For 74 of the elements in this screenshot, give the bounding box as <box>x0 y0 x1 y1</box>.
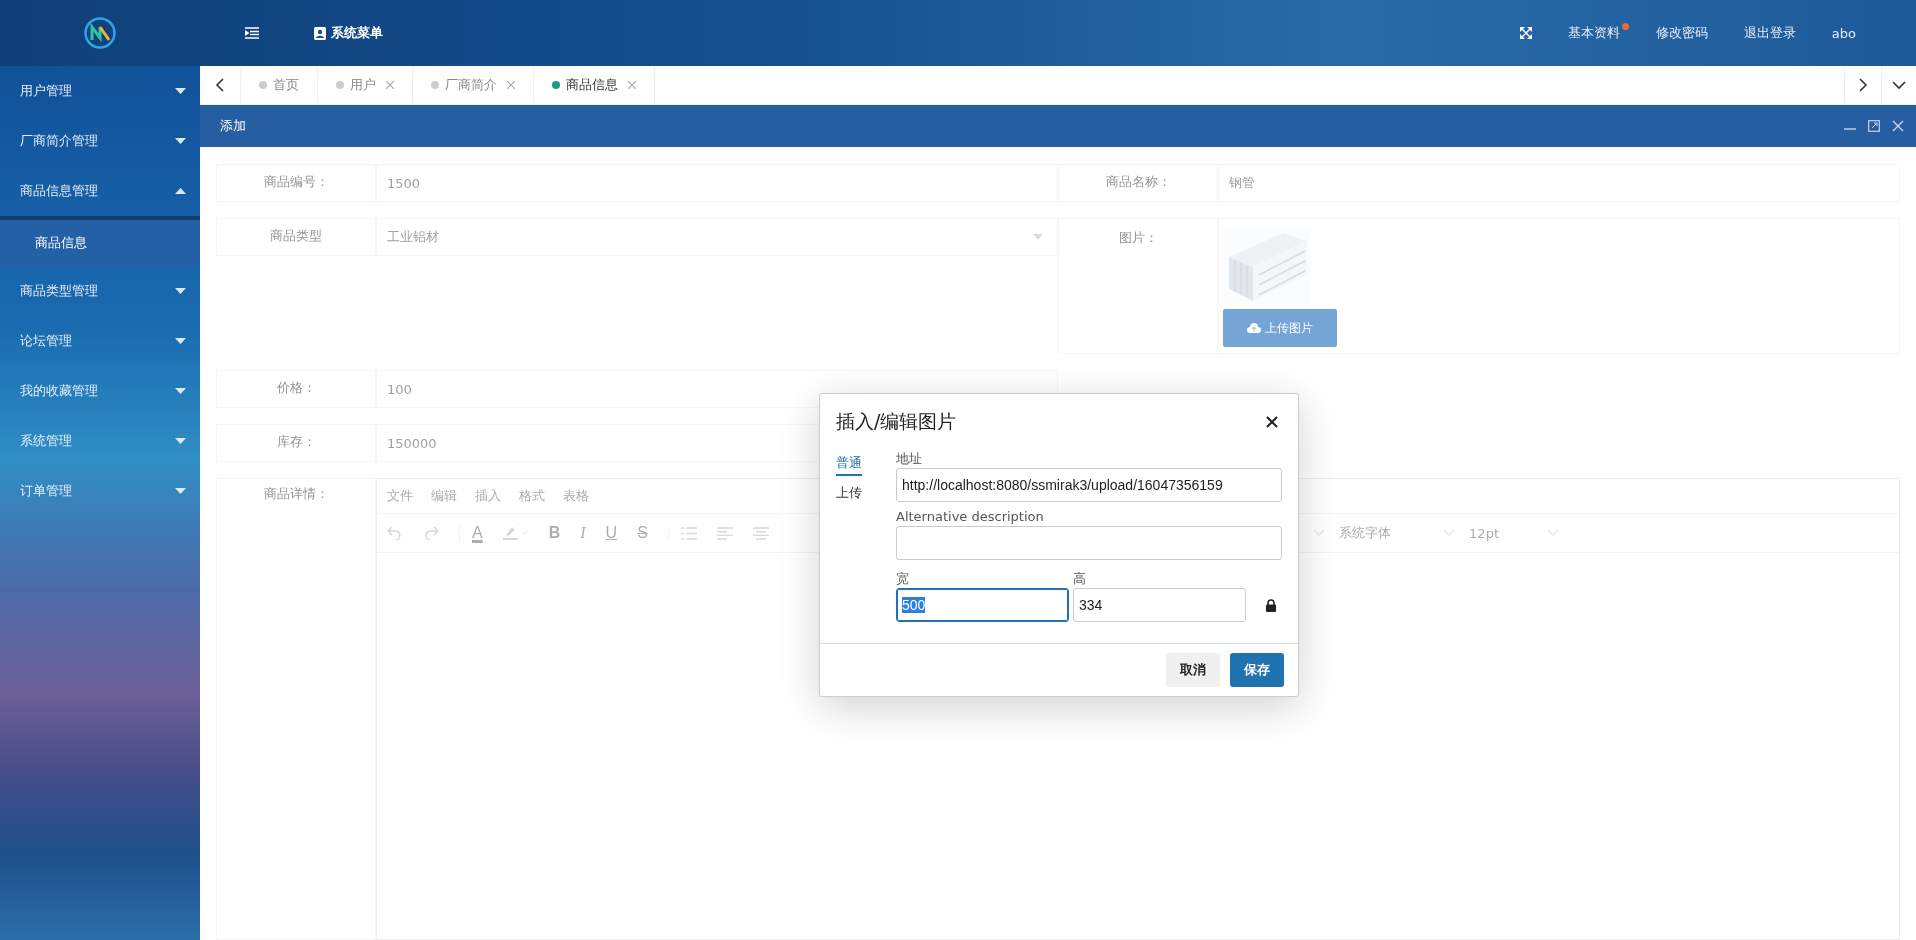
sidebar-item[interactable]: 订单管理 <box>0 466 200 516</box>
system-menu-title: 系统菜单 <box>331 24 383 42</box>
header-link[interactable]: 修改密码 <box>1655 24 1708 42</box>
fullscreen-icon[interactable] <box>1519 27 1532 39</box>
field-label: 图片： <box>1118 229 1158 247</box>
caret-down-icon <box>1033 234 1043 240</box>
redo-icon[interactable] <box>423 526 439 540</box>
sidebar-item[interactable]: 用户管理 <box>0 66 200 116</box>
list-icon[interactable] <box>667 526 697 540</box>
menu-icon[interactable] <box>245 27 259 39</box>
field-label: 宽 <box>896 570 910 588</box>
chevron-down-icon <box>1547 529 1559 537</box>
field-label: 商品类型 <box>270 227 322 245</box>
align-left-icon[interactable] <box>716 526 733 540</box>
header-link[interactable]: 退出登录 <box>1743 24 1796 42</box>
upload-icon <box>1247 322 1261 334</box>
field-label: 高 <box>1073 570 1087 588</box>
font-size-dropdown[interactable]: 12pt <box>1469 525 1559 541</box>
tab[interactable]: 用户 <box>318 66 413 104</box>
sidebar-item[interactable]: 商品类型管理 <box>0 266 200 316</box>
url-input[interactable]: http://localhost:8080/ssmirak3/upload/16047356159 <box>896 468 1282 502</box>
undo-icon[interactable] <box>387 526 403 540</box>
field-label: Alternative description <box>896 508 1045 526</box>
bold-button[interactable]: B <box>548 524 561 542</box>
editor-menu-item[interactable]: 编辑 <box>431 487 457 505</box>
underline-button[interactable]: U <box>605 524 618 542</box>
upload-image-button[interactable]: 上传图片 <box>1223 309 1337 347</box>
align-center-icon[interactable] <box>752 526 769 540</box>
dialog-tab[interactable]: 上传 <box>836 484 862 506</box>
size-input[interactable]: 500 <box>896 588 1069 622</box>
editor-menu-item[interactable]: 表格 <box>563 487 589 505</box>
field-label: 商品名称： <box>1105 173 1171 191</box>
editor-menu-item[interactable]: 插入 <box>475 487 501 505</box>
description-input[interactable] <box>896 526 1282 560</box>
sidebar-item[interactable]: 系统管理 <box>0 416 200 466</box>
dot-icon <box>336 81 344 89</box>
sidebar-item[interactable]: 论坛管理 <box>0 316 200 366</box>
input-field[interactable]: 钢管 <box>1218 164 1900 202</box>
select-field[interactable]: 工业铝材 <box>376 218 1058 256</box>
field-label: 库存： <box>276 433 316 451</box>
input-field[interactable]: 1500 <box>376 164 1058 202</box>
tab[interactable]: 商品信息 <box>534 66 655 104</box>
dot-icon <box>431 81 439 89</box>
panel-title: 添加 <box>220 117 246 135</box>
editor-menu-item[interactable]: 文件 <box>387 487 413 505</box>
tab[interactable]: 厂商简介 <box>413 66 534 104</box>
highlighter-icon[interactable] <box>502 525 529 541</box>
field-label: 商品详情： <box>263 485 329 503</box>
user-card-icon <box>314 26 326 40</box>
editor-menu-item[interactable]: 格式 <box>519 487 545 505</box>
italic-button[interactable]: I <box>580 524 586 542</box>
close-icon[interactable] <box>1266 416 1278 428</box>
font-color-button[interactable]: A <box>459 524 483 542</box>
lock-icon[interactable] <box>1266 599 1276 612</box>
dialog-tab[interactable]: 普通 <box>836 454 862 476</box>
header-link[interactable]: 基本资料 <box>1567 24 1620 42</box>
chevron-down-icon <box>1443 529 1456 537</box>
sidebar-item[interactable]: 商品信息管理 <box>0 166 200 216</box>
dot-icon <box>552 81 560 89</box>
logo-icon <box>83 16 117 50</box>
sidebar-item[interactable]: 厂商简介管理 <box>0 116 200 166</box>
sidebar-subitem[interactable]: 商品信息 <box>0 216 200 266</box>
save-button[interactable]: 保存 <box>1230 653 1284 687</box>
field-label: 商品编号： <box>263 173 329 191</box>
field-label: 价格： <box>276 379 316 397</box>
username[interactable]: abo <box>1831 25 1856 41</box>
maximize-icon[interactable] <box>1868 120 1880 132</box>
font-family-dropdown[interactable]: 系统字体 <box>1339 524 1456 542</box>
strikethrough-button[interactable]: S <box>637 524 648 542</box>
cancel-button[interactable]: 取消 <box>1166 653 1220 687</box>
tab[interactable]: 首页 <box>241 66 318 104</box>
size-input[interactable]: 334 <box>1073 588 1246 622</box>
sidebar-item[interactable]: 我的收藏管理 <box>0 366 200 416</box>
dot-icon <box>259 81 267 89</box>
